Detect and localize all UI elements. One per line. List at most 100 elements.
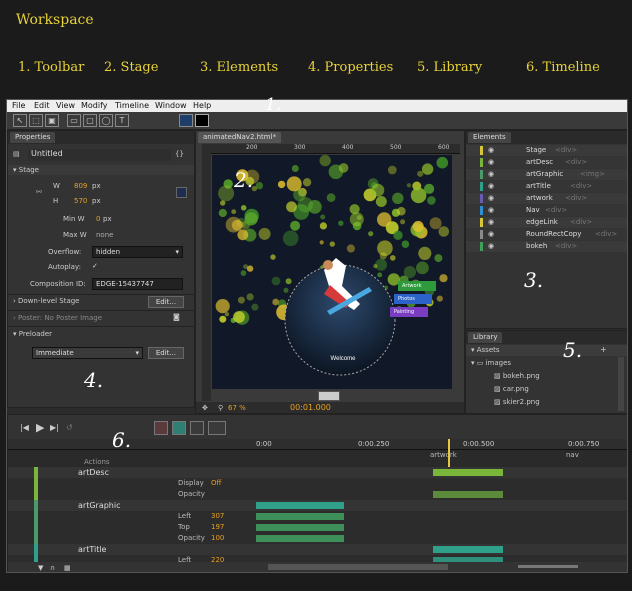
nav-button-painting[interactable]: Painting: [390, 307, 428, 317]
width-value[interactable]: 809: [74, 182, 87, 190]
auto-keyframe-icon[interactable]: [154, 421, 168, 435]
timeline-element-row[interactable]: artTitle: [8, 544, 627, 555]
down-level-edit-button[interactable]: Edit...: [148, 296, 184, 308]
timeline-element-row[interactable]: artGraphic: [8, 500, 627, 511]
overflow-select[interactable]: hidden ▾: [92, 246, 183, 258]
select-tool-icon[interactable]: ↖: [13, 114, 27, 127]
keyframe-transition-bar[interactable]: [433, 469, 503, 476]
preloader-edit-button[interactable]: Edit...: [148, 347, 184, 359]
library-scrollbar[interactable]: [618, 357, 624, 411]
min-width-value[interactable]: 0: [96, 215, 100, 223]
navigate-icon[interactable]: ✥: [202, 404, 208, 412]
visibility-icon[interactable]: ◉: [488, 194, 494, 202]
visibility-icon[interactable]: ◉: [488, 206, 494, 214]
timeline-property-row[interactable]: Opacity: [8, 489, 627, 500]
timeline-label-nav[interactable]: nav: [566, 451, 579, 459]
zoom-slider[interactable]: [518, 565, 578, 568]
timeline-property-value[interactable]: 100: [211, 534, 224, 542]
tab-properties[interactable]: Properties: [10, 132, 56, 143]
transform-tool-icon[interactable]: ⬚: [29, 114, 43, 127]
link-dimensions-icon[interactable]: ⚯: [36, 188, 42, 196]
go-to-end-icon[interactable]: ▶|: [50, 423, 59, 432]
easing-icon[interactable]: [208, 421, 226, 435]
keyframe-transition-bar[interactable]: [256, 502, 344, 509]
rounded-rect-tool-icon[interactable]: ▢: [83, 114, 97, 127]
timeline-property-value[interactable]: 197: [211, 523, 224, 531]
element-row[interactable]: ◉ Nav <div>: [466, 205, 627, 216]
max-width-value[interactable]: none: [96, 231, 113, 239]
element-row[interactable]: ◉ bokeh <div>: [466, 241, 627, 252]
tab-library[interactable]: Library: [468, 332, 503, 343]
menu-edit[interactable]: Edit: [34, 101, 50, 110]
autoplay-checkbox[interactable]: ✓: [92, 262, 98, 270]
auto-transition-icon[interactable]: [172, 421, 186, 435]
menu-modify[interactable]: Modify: [81, 101, 108, 110]
composition-id-field[interactable]: EDGE-15437747: [92, 278, 183, 290]
visibility-icon[interactable]: ◉: [488, 170, 494, 178]
add-asset-icon[interactable]: +: [600, 345, 607, 354]
timeline-property-value[interactable]: 307: [211, 512, 224, 520]
stage-section-header[interactable]: ▾ Stage: [13, 166, 39, 174]
menu-help[interactable]: Help: [193, 101, 211, 110]
magnet-icon[interactable]: ∩: [50, 564, 55, 572]
ellipse-tool-icon[interactable]: ◯: [99, 114, 113, 127]
keyframe-transition-bar[interactable]: [256, 524, 344, 531]
grid-icon[interactable]: ▦: [64, 564, 71, 572]
camera-icon[interactable]: ◙: [173, 313, 180, 321]
nav-button-artwork[interactable]: Artwork: [398, 281, 436, 291]
visibility-icon[interactable]: ◉: [488, 158, 494, 166]
timeline-property-row[interactable]: Opacity 100: [8, 533, 627, 544]
assets-header[interactable]: ▾ Assets: [471, 346, 500, 354]
tab-elements[interactable]: Elements: [468, 132, 511, 143]
element-row[interactable]: ◉ artDesc <div>: [466, 157, 627, 168]
keyframe-transition-bar[interactable]: [256, 513, 344, 520]
visibility-icon[interactable]: ◉: [488, 218, 494, 226]
library-file[interactable]: ▨ car.png: [494, 385, 529, 393]
go-to-start-icon[interactable]: |◀: [20, 423, 29, 432]
library-file[interactable]: ▨ bokeh.png: [494, 372, 540, 380]
timeline-scrollbar[interactable]: [268, 564, 448, 570]
menu-file[interactable]: File: [12, 101, 25, 110]
element-row[interactable]: ◉ edgeLink <div>: [466, 217, 627, 228]
element-row[interactable]: ◉ RoundRectCopy <div>: [466, 229, 627, 240]
library-file[interactable]: ▨ skier2.png: [494, 398, 540, 406]
stage-color-swatch[interactable]: [176, 187, 187, 198]
play-icon[interactable]: ▶: [36, 421, 44, 434]
tab-stage-file[interactable]: animatedNav2.html*: [198, 132, 282, 143]
fill-color-icon[interactable]: [179, 114, 193, 127]
element-name-field[interactable]: Untitled: [28, 149, 171, 161]
nav-button-photos[interactable]: Photos: [394, 294, 432, 304]
element-row[interactable]: ◉ artGraphic <img>: [466, 169, 627, 180]
visibility-icon[interactable]: ◉: [488, 146, 494, 154]
height-value[interactable]: 570: [74, 197, 87, 205]
zoom-level[interactable]: 67 %: [228, 404, 246, 412]
loop-icon[interactable]: ↺: [66, 423, 73, 432]
keyframe-transition-bar[interactable]: [433, 546, 503, 553]
current-time[interactable]: 00:01.000: [290, 403, 331, 412]
filter-icon[interactable]: ▼: [38, 564, 43, 572]
images-folder[interactable]: ▾ ▭ images: [471, 359, 511, 367]
stroke-color-icon[interactable]: [195, 114, 209, 127]
visibility-icon[interactable]: ◉: [488, 230, 494, 238]
timeline-property-row[interactable]: Left 307: [8, 511, 627, 522]
rectangle-tool-icon[interactable]: ▭: [67, 114, 81, 127]
element-row[interactable]: ◉ artwork <div>: [466, 193, 627, 204]
menu-timeline[interactable]: Timeline: [115, 101, 149, 110]
timeline-label-artwork[interactable]: artwork: [430, 451, 457, 459]
timeline-property-value[interactable]: Off: [211, 479, 221, 487]
visibility-icon[interactable]: ◉: [488, 182, 494, 190]
menu-window[interactable]: Window: [155, 101, 187, 110]
horizontal-scrollbar[interactable]: [318, 391, 340, 401]
timeline-element-row[interactable]: artDesc: [8, 467, 627, 478]
timeline-property-row[interactable]: Top 197: [8, 522, 627, 533]
zoom-icon[interactable]: ⚲: [218, 404, 223, 412]
element-row[interactable]: ◉ artTitle <div>: [466, 181, 627, 192]
timeline-property-row[interactable]: Display Off: [8, 478, 627, 489]
code-icon[interactable]: {}: [175, 150, 184, 158]
pin-icon[interactable]: [190, 421, 204, 435]
keyframe-transition-bar[interactable]: [433, 491, 503, 498]
element-row[interactable]: ◉ Stage <div>: [466, 145, 627, 156]
clipping-tool-icon[interactable]: ▣: [45, 114, 59, 127]
menu-view[interactable]: View: [56, 101, 75, 110]
preloader-select[interactable]: Immediate ▾: [32, 347, 143, 359]
